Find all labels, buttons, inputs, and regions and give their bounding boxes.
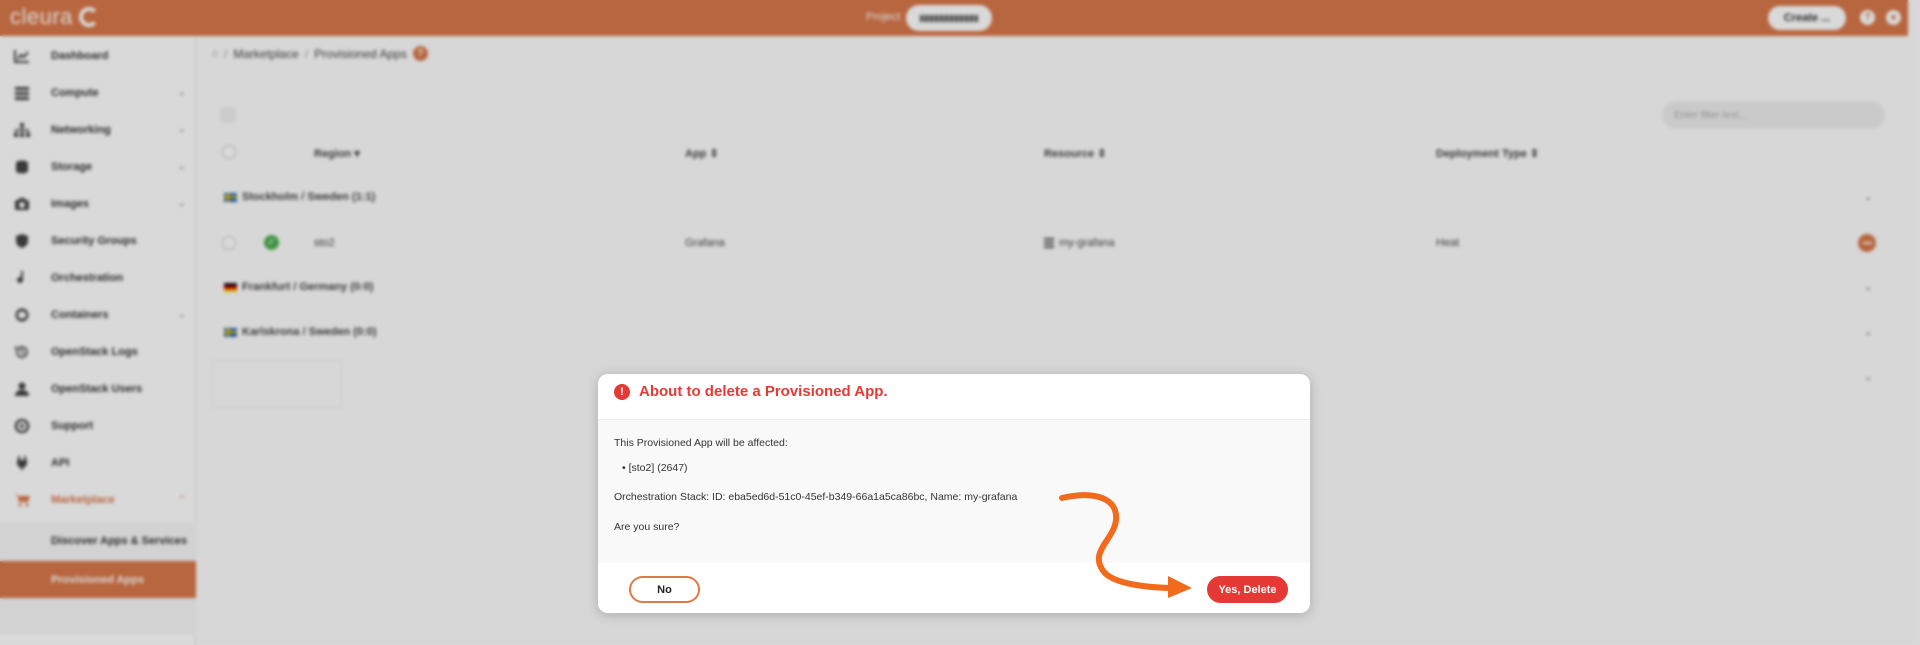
affected-item-label: [sto2] (2647): [628, 462, 688, 474]
no-button[interactable]: No: [629, 576, 700, 603]
affected-item: • [sto2] (2647): [622, 462, 688, 474]
dialog-footer: [598, 563, 1310, 613]
delete-confirmation-dialog: ! About to delete a Provisioned App. Thi…: [598, 374, 1310, 613]
dialog-question: Are you sure?: [614, 521, 680, 533]
dialog-title: About to delete a Provisioned App.: [639, 383, 888, 400]
dialog-details: Orchestration Stack: ID: eba5ed6d-51c0-4…: [614, 491, 1018, 503]
alert-icon: !: [614, 384, 630, 400]
annotation-arrow-icon: [1059, 492, 1192, 598]
yes-delete-button[interactable]: Yes, Delete: [1207, 576, 1288, 603]
dialog-body: This Provisioned App will be affected: •…: [598, 420, 1310, 563]
dialog-intro: This Provisioned App will be affected:: [614, 437, 788, 449]
dialog-header: ! About to delete a Provisioned App.: [598, 374, 1310, 420]
